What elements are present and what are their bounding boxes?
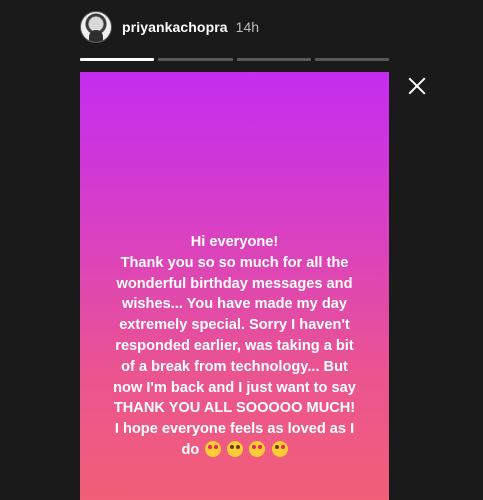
story-message: Hi everyone! Thank you so so much for al… xyxy=(80,232,389,461)
story-line: I hope everyone feels as loved as I xyxy=(114,421,355,438)
progress-segment xyxy=(80,58,155,61)
username[interactable]: priyankachopra xyxy=(122,19,228,35)
timestamp: 14h xyxy=(235,19,260,35)
story-viewer: priyankachopra 14h Hi everyone! Thank yo… xyxy=(0,0,483,500)
story-line: THANK YOU ALL SOOOOO MUCH! xyxy=(113,400,356,417)
progress-segment xyxy=(314,58,389,61)
smiling-with-hearts-emoji-icon xyxy=(249,440,266,457)
story-line-last: do xyxy=(90,440,379,461)
story-progress-bar xyxy=(80,58,389,61)
story-line: Hi everyone! xyxy=(190,234,279,250)
story-line: wonderful birthday messages and xyxy=(116,275,353,292)
story-line: responded earlier, was taking a bit xyxy=(115,337,354,354)
hugging-emoji-icon xyxy=(227,440,244,457)
heart-eyes-emoji-icon xyxy=(205,440,222,457)
avatar[interactable] xyxy=(80,11,112,43)
story-card[interactable]: Hi everyone! Thank you so so much for al… xyxy=(80,72,389,500)
story-header: priyankachopra 14h xyxy=(80,10,259,44)
story-line: now I'm back and I just want to say xyxy=(113,379,356,396)
face-blowing-kiss-emoji-icon xyxy=(271,440,288,457)
progress-segment xyxy=(236,58,311,61)
story-line: of a break from technology... But xyxy=(121,358,348,375)
close-icon[interactable] xyxy=(404,73,430,99)
story-line: wishes... You have made my day xyxy=(122,296,347,313)
story-line: extremely special. Sorry I haven't xyxy=(119,317,350,334)
story-line-text: do xyxy=(181,441,200,458)
story-line: Thank you so so much for all the xyxy=(120,254,349,271)
progress-segment xyxy=(158,58,233,61)
